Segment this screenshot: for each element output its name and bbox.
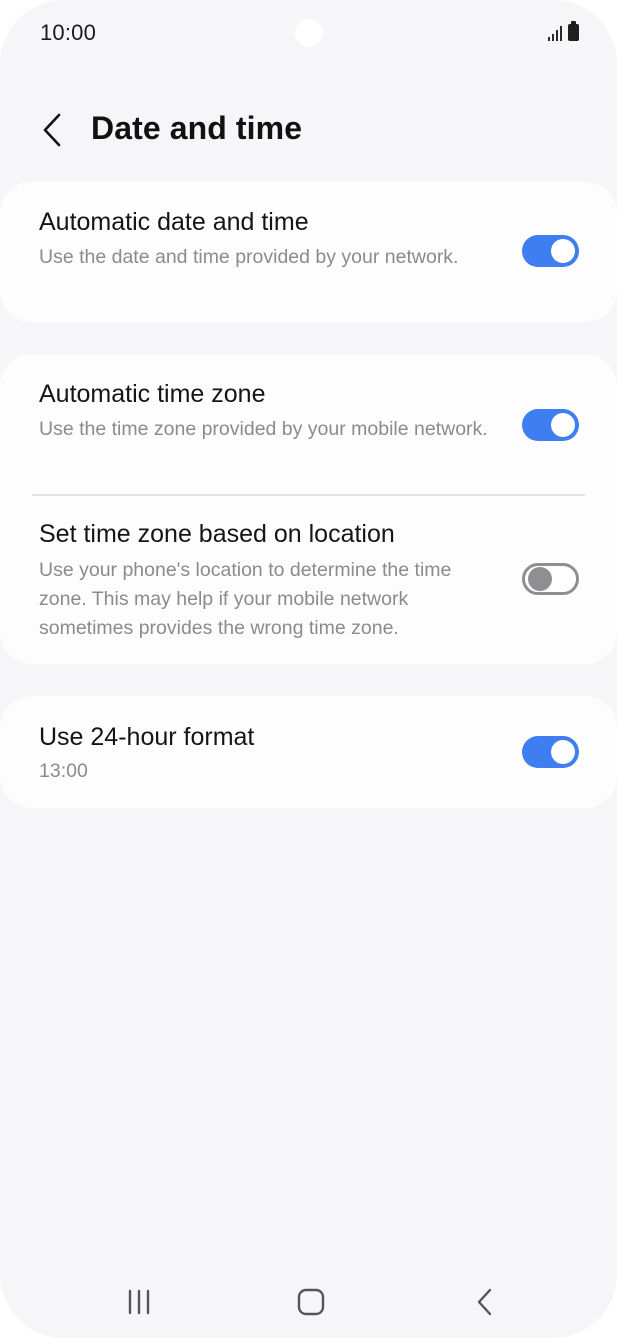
chevron-left-icon [43, 113, 61, 147]
settings-card-format: Use 24-hour format 13:00 [0, 696, 617, 808]
status-icons [548, 21, 579, 41]
setting-description: Use the date and time provided by your n… [39, 246, 459, 268]
signal-icon [548, 25, 562, 41]
home-icon [297, 1288, 325, 1316]
automatic-date-time-toggle[interactable] [522, 235, 579, 267]
navigation-bar [0, 1262, 617, 1338]
setting-title: Set time zone based on location [39, 520, 395, 548]
app-bar: Date and time [0, 100, 617, 164]
back-icon [477, 1288, 492, 1316]
battery-icon [568, 21, 579, 41]
home-button[interactable] [281, 1282, 341, 1322]
setting-row-automatic-time-zone[interactable]: Automatic time zone Use the time zone pr… [0, 354, 617, 494]
setting-description: 13:00 [39, 760, 88, 782]
setting-row-location-time-zone[interactable]: Set time zone based on location Use your… [0, 496, 617, 664]
toggle-knob [551, 239, 575, 263]
front-camera-cutout [295, 19, 323, 47]
automatic-time-zone-toggle[interactable] [522, 409, 579, 441]
setting-row-24-hour-format[interactable]: Use 24-hour format 13:00 [0, 696, 617, 808]
settings-card-date-time: Automatic date and time Use the date and… [0, 182, 617, 322]
back-button[interactable] [30, 108, 74, 152]
setting-title: Use 24-hour format [39, 723, 255, 751]
nav-back-button[interactable] [455, 1282, 515, 1322]
settings-card-time-zone: Automatic time zone Use the time zone pr… [0, 354, 617, 664]
toggle-knob [528, 567, 552, 591]
setting-title: Automatic date and time [39, 208, 309, 236]
recent-apps-button[interactable] [109, 1282, 169, 1322]
page-title: Date and time [91, 110, 303, 146]
setting-description: Use the time zone provided by your mobil… [39, 418, 488, 440]
toggle-knob [551, 740, 575, 764]
24-hour-format-toggle[interactable] [522, 736, 579, 768]
status-time: 10:00 [40, 20, 97, 45]
setting-title: Automatic time zone [39, 380, 266, 408]
setting-description: Use your phone's location to determine t… [39, 559, 452, 639]
recent-apps-icon [128, 1289, 150, 1315]
setting-row-automatic-date-time[interactable]: Automatic date and time Use the date and… [0, 182, 617, 322]
location-time-zone-toggle[interactable] [522, 563, 579, 595]
status-bar: 10:00 [0, 0, 617, 68]
phone-screen: 10:00 Date and time Automatic date and t… [0, 0, 617, 1338]
toggle-knob [551, 413, 575, 437]
